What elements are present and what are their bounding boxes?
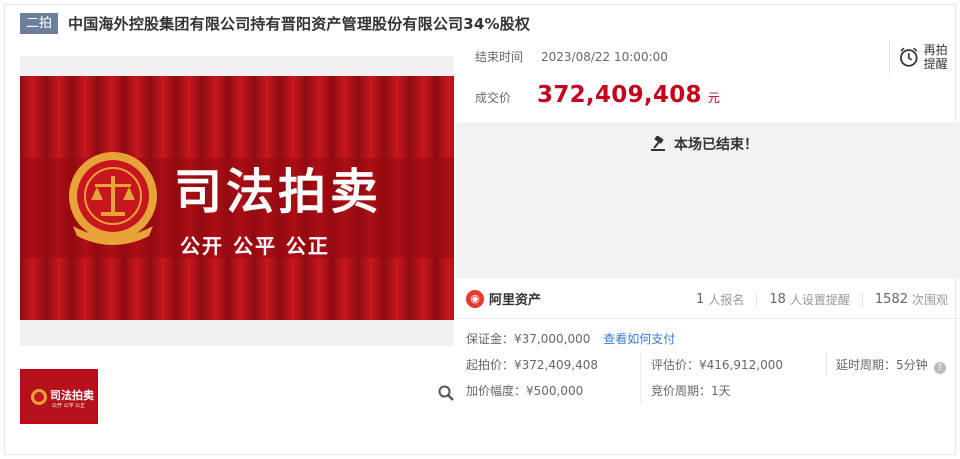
- divider: [756, 292, 758, 307]
- divider: [826, 352, 827, 376]
- remind-label: 再拍提醒: [923, 43, 948, 71]
- start-price-label: 起拍价：: [466, 358, 515, 372]
- stat-remind-label: 人设置提醒: [789, 293, 850, 307]
- main-image[interactable]: 司法拍卖 公开 公平 公正: [20, 56, 454, 401]
- start-price-value: ¥372,409,408: [514, 358, 598, 372]
- stat-remind-num: 18: [769, 292, 786, 307]
- platform-name: 阿里资产: [489, 293, 542, 308]
- end-time-label: 结束时间: [475, 50, 524, 64]
- banner-headline: 司法拍卖: [174, 164, 383, 220]
- platform-stats-bar: ◉ 阿里资产 1 人报名 18 人设置提醒 1582 次围观: [456, 279, 960, 319]
- ali-assets-logo-icon: ◉: [466, 289, 484, 308]
- stat-views-label: 次围观: [911, 293, 948, 307]
- delay-value: 5分钟: [896, 358, 928, 372]
- divider: [640, 352, 641, 404]
- stat-signup-label: 人报名: [708, 293, 745, 307]
- stat-signup-num: 1: [696, 292, 705, 307]
- title-row: 二拍 中国海外控股集团有限公司持有晋阳资产管理股份有限公司34%股权: [20, 12, 530, 34]
- court-emblem-icon: [69, 152, 157, 245]
- increment-row: 加价幅度：¥500,000: [466, 382, 583, 399]
- how-to-pay-link[interactable]: 查看如何支付: [603, 332, 675, 346]
- end-time-row: 结束时间 2023/08/22 10:00:00: [475, 48, 668, 65]
- delay-row: 延时周期：5分钟?: [836, 356, 946, 374]
- magnify-icon[interactable]: [438, 385, 454, 401]
- alarm-clock-icon: [900, 47, 918, 67]
- bid-cycle-value: 1天: [711, 384, 731, 398]
- banner-slogan: 公开 公平 公正: [180, 234, 330, 258]
- stat-views-num: 1582: [874, 292, 908, 307]
- judicial-auction-banner: 司法拍卖 公开 公平 公正: [20, 76, 454, 320]
- increment-label: 加价幅度：: [466, 384, 527, 398]
- deposit-label: 保证金：: [466, 332, 515, 346]
- increment-value: ¥500,000: [526, 384, 584, 398]
- deal-price-unit: 元: [707, 91, 720, 105]
- auction-ended-text: 本场已结束！: [674, 137, 758, 153]
- appraisal-row: 评估价：¥416,912,000: [651, 356, 783, 373]
- bid-cycle-label: 竞价周期：: [651, 384, 712, 398]
- appraisal-label: 评估价：: [651, 358, 700, 372]
- page-title: 中国海外控股集团有限公司持有晋阳资产管理股份有限公司34%股权: [68, 14, 531, 33]
- deal-price-row: 成交价 372,409,408 元: [475, 82, 720, 108]
- thumb-slogan: 公开 公平 公正: [52, 403, 86, 409]
- stats-group: 1 人报名 18 人设置提醒 1582 次围观: [696, 291, 948, 308]
- thumb-headline: 司法拍卖: [50, 389, 94, 402]
- deposit-value: ¥37,000,000: [514, 332, 591, 346]
- thumbnail-image[interactable]: 司法拍卖 公开 公平 公正: [20, 369, 98, 424]
- auction-ended-panel: 本场已结束！: [456, 122, 960, 279]
- re-auction-remind-button[interactable]: 再拍提醒: [889, 40, 953, 74]
- gavel-icon: [651, 136, 665, 151]
- bid-cycle-row: 竞价周期：1天: [651, 382, 731, 399]
- platform-brand[interactable]: ◉ 阿里资产: [466, 289, 541, 308]
- deposit-row: 保证金：¥37,000,000 查看如何支付: [466, 330, 675, 347]
- appraisal-value: ¥416,912,000: [699, 358, 783, 372]
- delay-label: 延时周期：: [836, 358, 897, 372]
- deal-price-label: 成交价: [475, 91, 512, 105]
- end-time-value: 2023/08/22 10:00:00: [541, 49, 668, 64]
- divider: [861, 292, 863, 307]
- help-icon[interactable]: ?: [933, 362, 946, 374]
- round-badge: 二拍: [20, 12, 59, 34]
- start-price-row: 起拍价：¥372,409,408: [466, 356, 598, 373]
- deal-price-value: 372,409,408: [537, 82, 702, 108]
